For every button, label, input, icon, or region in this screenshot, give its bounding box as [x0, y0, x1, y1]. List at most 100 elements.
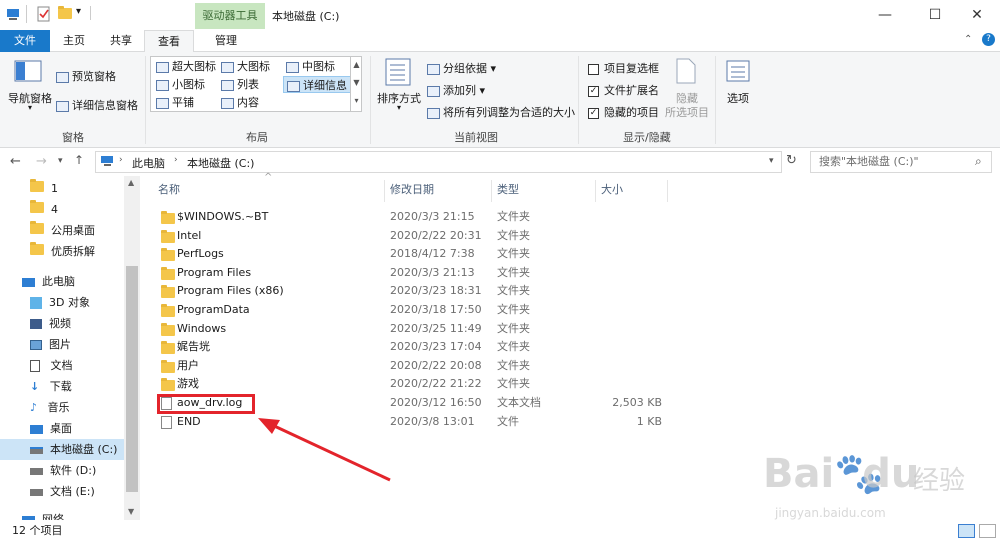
breadcrumb-this-pc[interactable]: 此电脑	[132, 155, 165, 171]
layout-scroll[interactable]: ▲ ▼ ▾	[350, 56, 362, 112]
column-separator[interactable]	[491, 180, 492, 202]
back-button[interactable]: ←	[10, 154, 21, 169]
help-icon[interactable]: ?	[982, 33, 995, 46]
refresh-button[interactable]: ↻	[786, 153, 797, 168]
maximize-button[interactable]: ☐	[912, 0, 958, 30]
nav-item-3d-objects[interactable]: 3D 对象	[30, 292, 90, 313]
large-icons-view-toggle-icon[interactable]	[979, 524, 996, 538]
column-separator[interactable]	[595, 180, 596, 202]
tab-home[interactable]: 主页	[50, 30, 98, 52]
nav-item-drive-e[interactable]: 文档 (E:)	[30, 481, 95, 502]
tab-file[interactable]: 文件	[0, 30, 50, 52]
nav-item-videos[interactable]: 视频	[30, 313, 71, 334]
scroll-down-icon[interactable]: ▼	[128, 507, 134, 516]
file-size: 2,503 KB	[612, 396, 662, 409]
column-header-name[interactable]: 名称	[158, 180, 180, 200]
nav-item-teardowns[interactable]: 优质拆解	[30, 241, 95, 262]
explorer-app-icon[interactable]	[6, 6, 22, 22]
details-pane-button[interactable]: 详细信息窗格	[56, 97, 138, 113]
details-view-toggle-icon[interactable]	[958, 524, 975, 538]
navigation-pane: 1 4 公用桌面 优质拆解 此电脑 3D 对象 视频 图片 文档 ↓ 下载 ♪ …	[0, 176, 140, 520]
group-label-show-hide: 显示/隐藏	[623, 131, 671, 144]
nav-item-desktop[interactable]: 桌面	[30, 418, 72, 439]
nav-item-documents[interactable]: 文档	[30, 355, 73, 376]
file-row[interactable]: Program Files (x86) 2020/3/23 18:31 文件夹	[155, 281, 675, 300]
file-row[interactable]: Windows 2020/3/25 11:49 文件夹	[155, 319, 675, 338]
file-type: 文件夹	[497, 247, 530, 261]
up-button[interactable]: ↑	[74, 153, 84, 167]
hidden-items-toggle[interactable]: ✓ 隐藏的项目	[588, 104, 659, 120]
divider	[26, 5, 27, 23]
file-date: 2020/2/22 21:22	[390, 377, 482, 391]
layout-details[interactable]: 详细信息	[283, 76, 351, 93]
search-icon[interactable]: ⌕	[975, 154, 982, 169]
properties-icon[interactable]	[36, 6, 52, 22]
hide-selected-label-2[interactable]: 所选项目	[665, 104, 709, 120]
context-tab-header: 驱动器工具	[195, 3, 265, 29]
layout-small-icons[interactable]: 小图标	[156, 76, 205, 93]
nav-item-4[interactable]: 4	[30, 199, 58, 220]
nav-item-network[interactable]: 网络	[22, 509, 64, 520]
file-row[interactable]: 游戏 2020/2/22 21:22 文件夹	[155, 374, 675, 393]
search-input[interactable]: 搜索"本地磁盘 (C:)"	[810, 151, 992, 173]
recent-locations-icon[interactable]: ▾	[58, 156, 63, 166]
folder-icon	[161, 229, 175, 243]
layout-medium-icons[interactable]: 中图标	[286, 58, 335, 75]
folder-icon	[30, 221, 44, 234]
close-button[interactable]: ✕	[954, 0, 1000, 30]
divider	[90, 6, 91, 20]
layout-content[interactable]: 内容	[221, 94, 259, 111]
preview-pane-button[interactable]: 预览窗格	[56, 68, 116, 84]
minimize-button[interactable]: —	[862, 0, 908, 30]
nav-item-public-desktop[interactable]: 公用桌面	[30, 220, 95, 241]
nav-item-downloads[interactable]: ↓ 下载	[30, 376, 72, 397]
file-row[interactable]: 娓告垙 2020/3/23 17:04 文件夹	[155, 337, 675, 356]
file-row[interactable]: $WINDOWS.~BT 2020/3/3 21:15 文件夹	[155, 207, 675, 226]
layout-list[interactable]: 列表	[221, 76, 259, 93]
file-row[interactable]: PerfLogs 2018/4/12 7:38 文件夹	[155, 244, 675, 263]
file-type: 文件夹	[497, 228, 530, 242]
customize-quick-access-icon[interactable]: ▾	[76, 6, 81, 22]
item-checkboxes-toggle[interactable]: 项目复选框	[588, 60, 659, 76]
group-separator	[370, 56, 371, 144]
file-row[interactable]: ProgramData 2020/3/18 17:50 文件夹	[155, 300, 675, 319]
file-row[interactable]: Intel 2020/2/22 20:31 文件夹	[155, 226, 675, 245]
tab-manage[interactable]: 管理	[195, 30, 257, 52]
forward-button[interactable]: →	[36, 154, 47, 169]
column-separator[interactable]	[384, 180, 385, 202]
nav-item-pictures[interactable]: 图片	[30, 334, 71, 355]
tab-share[interactable]: 共享	[98, 30, 144, 52]
nav-scroll-thumb[interactable]	[126, 266, 138, 492]
column-header-date[interactable]: 修改日期	[390, 180, 434, 200]
address-dropdown-icon[interactable]: ▾	[769, 156, 774, 166]
group-by-button[interactable]: 分组依据 ▾	[427, 60, 496, 76]
chevron-right-icon: ›	[119, 155, 123, 165]
new-folder-icon[interactable]	[58, 6, 72, 24]
scroll-up-icon[interactable]: ▲	[128, 178, 134, 187]
nav-item-drive-d[interactable]: 软件 (D:)	[30, 460, 96, 481]
nav-item-1[interactable]: 1	[30, 178, 58, 199]
pictures-icon	[30, 340, 42, 350]
tab-view[interactable]: 查看	[144, 30, 194, 53]
column-separator[interactable]	[667, 180, 668, 202]
options-button[interactable]: 选项	[727, 90, 749, 106]
file-row[interactable]: Program Files 2020/3/3 21:13 文件夹	[155, 263, 675, 282]
layout-large-icons[interactable]: 大图标	[221, 58, 270, 75]
file-date: 2020/3/23 18:31	[390, 284, 482, 298]
nav-item-music[interactable]: ♪ 音乐	[30, 397, 70, 418]
layout-extra-large-icons[interactable]: 超大图标	[156, 58, 216, 75]
baidu-jingyan-watermark: Bai🐾du 经验 jingyan.baidu.com	[763, 451, 966, 520]
add-column-button[interactable]: 添加列 ▾	[427, 82, 485, 98]
nav-item-this-pc[interactable]: 此电脑	[22, 271, 75, 292]
annotation-arrow-icon	[258, 418, 391, 482]
file-row[interactable]: END 2020/3/8 13:01 文件 1 KB	[155, 412, 675, 431]
collapse-ribbon-icon[interactable]: ⌃	[964, 34, 972, 45]
fit-columns-button[interactable]: 将所有列调整为合适的大小	[427, 104, 575, 120]
file-extensions-toggle[interactable]: ✓ 文件扩展名	[588, 82, 659, 98]
column-header-type[interactable]: 类型	[497, 180, 519, 200]
layout-tiles[interactable]: 平铺	[156, 94, 194, 111]
nav-item-local-disk-c[interactable]: 本地磁盘 (C:)	[0, 439, 124, 460]
column-header-size[interactable]: 大小	[601, 180, 623, 200]
breadcrumb-local-disk[interactable]: 本地磁盘 (C:)	[187, 155, 254, 171]
file-row[interactable]: 用户 2020/2/22 20:08 文件夹	[155, 356, 675, 375]
